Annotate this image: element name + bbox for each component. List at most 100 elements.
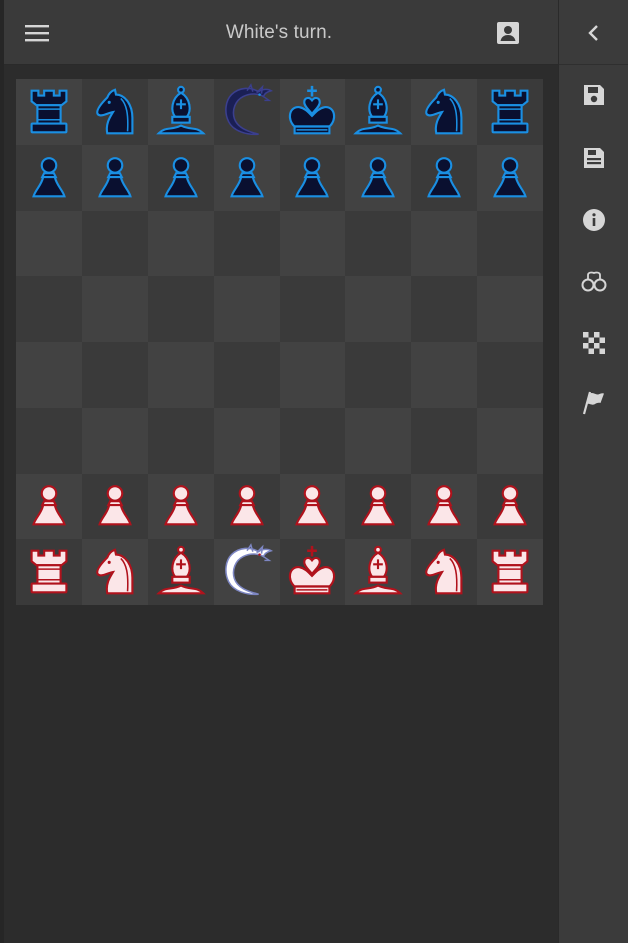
square-d7[interactable] — [213, 144, 280, 211]
white-pawn-piece[interactable] — [218, 477, 276, 535]
white-pawn-piece[interactable] — [283, 477, 341, 535]
square-g3[interactable] — [411, 407, 478, 474]
square-g1[interactable] — [411, 539, 478, 605]
white-dragon-piece[interactable] — [218, 543, 276, 601]
black-rook-piece[interactable] — [20, 83, 78, 141]
square-e4[interactable] — [279, 342, 346, 408]
square-f8[interactable] — [345, 79, 412, 145]
square-e5[interactable] — [279, 276, 346, 342]
save-game-button[interactable] — [559, 71, 628, 119]
white-pawn-piece[interactable] — [415, 477, 473, 535]
square-e8[interactable] — [279, 79, 346, 145]
square-a6[interactable] — [16, 210, 82, 277]
black-king-piece[interactable] — [283, 83, 341, 141]
square-f3[interactable] — [345, 407, 412, 474]
square-a1[interactable] — [16, 539, 82, 605]
square-h8[interactable] — [477, 79, 543, 145]
square-d5[interactable] — [213, 276, 280, 342]
black-pawn-piece[interactable] — [481, 149, 539, 207]
square-a3[interactable] — [16, 407, 82, 474]
game-info-button[interactable] — [559, 196, 628, 244]
black-knight-piece[interactable] — [86, 83, 144, 141]
square-a5[interactable] — [16, 276, 82, 342]
square-h3[interactable] — [477, 407, 543, 474]
square-e3[interactable] — [279, 407, 346, 474]
square-b2[interactable] — [81, 473, 148, 540]
load-game-button[interactable] — [559, 134, 628, 182]
white-bishop-piece[interactable] — [152, 543, 210, 601]
square-g4[interactable] — [411, 342, 478, 408]
square-h1[interactable] — [477, 539, 543, 605]
square-a4[interactable] — [16, 342, 82, 408]
square-d3[interactable] — [213, 407, 280, 474]
white-rook-piece[interactable] — [20, 543, 78, 601]
square-b7[interactable] — [81, 144, 148, 211]
black-pawn-piece[interactable] — [349, 149, 407, 207]
square-a8[interactable] — [16, 79, 82, 145]
square-f6[interactable] — [345, 210, 412, 277]
handcuffs-button[interactable] — [559, 258, 628, 306]
square-a7[interactable] — [16, 144, 82, 211]
square-b1[interactable] — [81, 539, 148, 605]
square-f2[interactable] — [345, 473, 412, 540]
square-d1[interactable] — [213, 539, 280, 605]
square-g8[interactable] — [411, 79, 478, 145]
square-b4[interactable] — [81, 342, 148, 408]
black-bishop-piece[interactable] — [152, 83, 210, 141]
white-pawn-piece[interactable] — [481, 477, 539, 535]
white-pawn-piece[interactable] — [152, 477, 210, 535]
black-pawn-piece[interactable] — [218, 149, 276, 207]
square-c4[interactable] — [147, 342, 214, 408]
square-e7[interactable] — [279, 144, 346, 211]
white-pawn-piece[interactable] — [20, 477, 78, 535]
square-f7[interactable] — [345, 144, 412, 211]
collapse-sidebar-button[interactable] — [559, 9, 628, 57]
square-c2[interactable] — [147, 473, 214, 540]
profile-button[interactable] — [488, 16, 528, 50]
square-b8[interactable] — [81, 79, 148, 145]
square-c8[interactable] — [147, 79, 214, 145]
white-king-piece[interactable] — [283, 543, 341, 601]
square-h7[interactable] — [477, 144, 543, 211]
black-pawn-piece[interactable] — [415, 149, 473, 207]
resign-button[interactable] — [559, 378, 628, 426]
square-c1[interactable] — [147, 539, 214, 605]
square-b6[interactable] — [81, 210, 148, 277]
square-b5[interactable] — [81, 276, 148, 342]
square-g5[interactable] — [411, 276, 478, 342]
black-rook-piece[interactable] — [481, 83, 539, 141]
board-style-button[interactable] — [559, 319, 628, 367]
white-pawn-piece[interactable] — [86, 477, 144, 535]
square-d2[interactable] — [213, 473, 280, 540]
square-d8[interactable] — [213, 79, 280, 145]
square-b3[interactable] — [81, 407, 148, 474]
square-f4[interactable] — [345, 342, 412, 408]
square-h6[interactable] — [477, 210, 543, 277]
white-knight-piece[interactable] — [415, 543, 473, 601]
square-f1[interactable] — [345, 539, 412, 605]
square-c7[interactable] — [147, 144, 214, 211]
black-pawn-piece[interactable] — [152, 149, 210, 207]
black-knight-piece[interactable] — [415, 83, 473, 141]
black-pawn-piece[interactable] — [283, 149, 341, 207]
white-knight-piece[interactable] — [86, 543, 144, 601]
white-pawn-piece[interactable] — [349, 477, 407, 535]
square-c5[interactable] — [147, 276, 214, 342]
black-bishop-piece[interactable] — [349, 83, 407, 141]
square-e6[interactable] — [279, 210, 346, 277]
black-dragon-piece[interactable] — [218, 82, 276, 141]
square-h2[interactable] — [477, 473, 543, 540]
square-d4[interactable] — [213, 342, 280, 408]
black-pawn-piece[interactable] — [20, 149, 78, 207]
white-rook-piece[interactable] — [481, 543, 539, 601]
square-f5[interactable] — [345, 276, 412, 342]
square-e2[interactable] — [279, 473, 346, 540]
square-c6[interactable] — [147, 210, 214, 277]
menu-button[interactable] — [16, 16, 58, 50]
square-h4[interactable] — [477, 342, 543, 408]
white-bishop-piece[interactable] — [349, 543, 407, 601]
square-d6[interactable] — [213, 210, 280, 277]
square-e1[interactable] — [279, 539, 346, 605]
black-pawn-piece[interactable] — [86, 149, 144, 207]
square-h5[interactable] — [477, 276, 543, 342]
